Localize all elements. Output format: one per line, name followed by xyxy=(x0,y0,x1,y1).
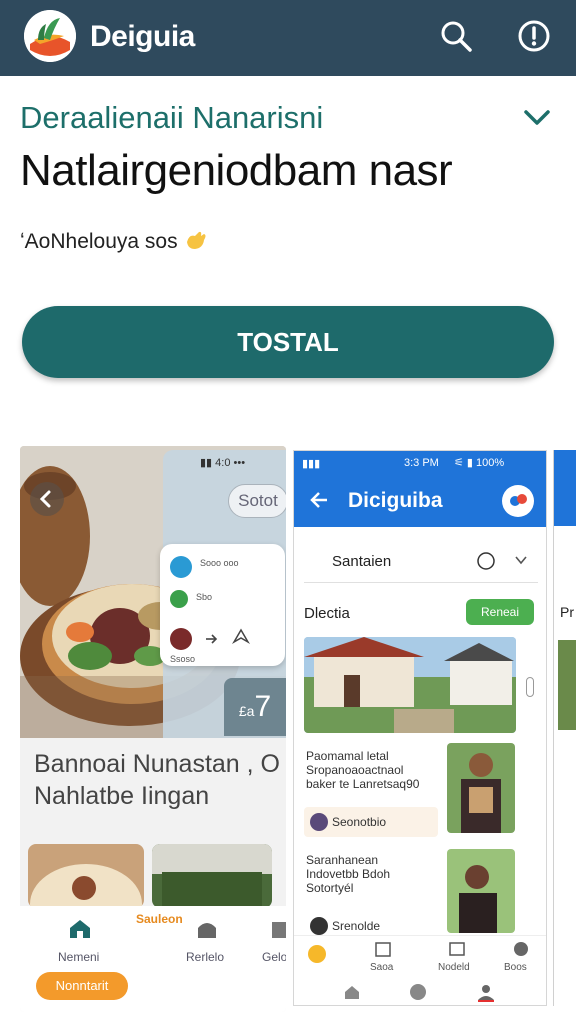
card2-search-bar[interactable]: Santaien xyxy=(304,543,538,583)
nav-label-c[interactable]: Boos xyxy=(504,962,527,973)
item2-line-3: Sotortyél xyxy=(306,881,354,895)
location-icon xyxy=(231,628,251,651)
card2-header: ▮▮▮ 3:3 PM ⚟ ▮ 100% Diciguiba xyxy=(294,451,546,527)
person-photo-2 xyxy=(447,849,515,933)
clock-icon xyxy=(476,551,496,576)
house-icon[interactable] xyxy=(344,984,360,1005)
home-icon[interactable] xyxy=(68,918,92,945)
nav-label-b[interactable]: Nodeld xyxy=(438,962,470,973)
item1-line-1: Paomamal letal xyxy=(306,749,389,763)
mini-row-1: Sooo ooo xyxy=(200,558,239,568)
village-photo xyxy=(304,637,516,733)
app-header: Deiguia xyxy=(0,0,576,76)
section-subtitle: Deraalienaii Nanarisni xyxy=(20,100,324,135)
item1-chip[interactable]: Seonotbio xyxy=(304,807,438,837)
profile-icon[interactable] xyxy=(502,485,534,517)
chevron-down-icon[interactable] xyxy=(522,106,552,130)
wave-hand-icon xyxy=(183,228,209,258)
folder-icon[interactable] xyxy=(448,940,466,963)
chevron-down-icon[interactable] xyxy=(514,553,528,572)
price-tag: £a7 xyxy=(224,678,286,736)
select-pill-button[interactable]: Sotot xyxy=(228,484,286,518)
item1-chip-label: Seonotbio xyxy=(332,815,387,829)
item2-text: Saranhanean Indovetbb Bdoh Sotortyél xyxy=(306,853,442,895)
dish-icon xyxy=(170,628,192,650)
search-icon[interactable] xyxy=(438,18,474,54)
card2-section-title: Dlectia xyxy=(304,605,350,622)
thumbnail-food[interactable] xyxy=(28,844,144,908)
nav-right-label[interactable]: Gelo xyxy=(262,950,286,964)
preview-card-peek[interactable]: Pr xyxy=(553,450,576,1006)
page-headline: Natlairgeniodbam nasr xyxy=(20,146,453,195)
status-dot xyxy=(170,590,188,608)
item1-line-2: Sropanoaoactnaol xyxy=(306,763,404,777)
orange-action-button[interactable]: Nonntarit xyxy=(36,972,128,1000)
search-label: Santaien xyxy=(332,553,392,570)
nav-center-label[interactable]: Rerlelo xyxy=(186,950,224,964)
arrow-icon xyxy=(204,632,218,650)
item1-line-3: baker te Lanretsaq90 xyxy=(306,777,420,791)
card-caption: Bannoai Nunastan , O Nahlatbe Iingan xyxy=(34,748,280,812)
caption-line-2: Nahlatbe Iingan xyxy=(34,782,210,810)
tagline: ʻAoNhelouya sos xyxy=(20,228,209,258)
settings-icon[interactable] xyxy=(512,940,530,963)
preview-card-food[interactable]: ▮▮ 4:0 ••• Sotot Sooo ooo Sbo Ssoso £a7 … xyxy=(20,446,286,1012)
thumbnail-market[interactable] xyxy=(152,844,272,908)
card2-title: Diciguiba xyxy=(348,489,443,512)
bottom-nav: Nemeni Sauleon Rerlelo Gelo Nonntarit xyxy=(20,906,286,1012)
item1-text: Paomamal letal Sropanoaoactnaol baker te… xyxy=(306,749,442,791)
status-icons: ⚟ ▮ 100% xyxy=(454,457,505,469)
circle-icon[interactable] xyxy=(410,984,426,1000)
price-value: 7 xyxy=(254,690,272,723)
hand-icon[interactable] xyxy=(306,942,328,969)
avatar xyxy=(170,556,192,578)
tag-icon[interactable] xyxy=(270,918,286,945)
nav-label-a[interactable]: Saoa xyxy=(370,962,393,973)
status-bar-text: ▮▮ 4:0 ••• xyxy=(200,457,246,469)
card3-photo xyxy=(558,640,576,730)
calendar-icon[interactable] xyxy=(374,940,392,963)
mini-row-3: Ssoso xyxy=(170,654,196,664)
signal-icon: ▮▮▮ xyxy=(302,458,321,470)
caption-line-1: Bannoai Nunastan , O xyxy=(34,750,280,778)
price-prefix: £a xyxy=(238,703,255,719)
user-icon[interactable] xyxy=(476,982,496,1005)
item2-chip-label: Srenolde xyxy=(332,919,381,933)
temple-icon[interactable] xyxy=(196,918,218,945)
popup-label: Sauleon xyxy=(136,912,183,926)
primary-cta-button[interactable]: TOSTAL xyxy=(22,306,554,378)
card2-status-time: 3:3 PM xyxy=(404,457,439,469)
tagline-text: ʻAoNhelouya sos xyxy=(20,230,178,253)
mini-info-card: Sooo ooo Sbo Ssoso xyxy=(160,544,285,666)
item2-line-2: Indovetbb Bdoh xyxy=(306,867,391,881)
chip-avatar-2 xyxy=(310,917,328,935)
back-arrow-icon[interactable] xyxy=(308,489,330,516)
nav-home-label[interactable]: Nemeni xyxy=(58,950,99,964)
mini-row-2: Sbo xyxy=(196,592,213,602)
chip-avatar-1 xyxy=(310,813,328,831)
preview-card-app[interactable]: ▮▮▮ 3:3 PM ⚟ ▮ 100% Diciguiba Santaien D… xyxy=(293,450,547,1006)
food-photo: ▮▮ 4:0 ••• Sotot Sooo ooo Sbo Ssoso £a7 xyxy=(20,446,286,738)
card3-header xyxy=(554,450,576,526)
back-button[interactable] xyxy=(30,482,64,516)
section-selector[interactable]: Deraalienaii Nanarisni xyxy=(20,100,556,140)
card3-peek-text: Pr xyxy=(560,604,574,620)
scrollbar[interactable] xyxy=(526,677,534,697)
card2-bottom-nav: Saoa Nodeld Boos xyxy=(294,935,546,1005)
item2-line-1: Saranhanean xyxy=(306,853,379,867)
person-photo-1 xyxy=(447,743,515,833)
app-title: Deiguia xyxy=(90,20,195,53)
app-logo xyxy=(24,10,76,62)
card2-green-badge[interactable]: Reneai xyxy=(466,599,534,625)
info-alert-icon[interactable] xyxy=(516,18,552,54)
